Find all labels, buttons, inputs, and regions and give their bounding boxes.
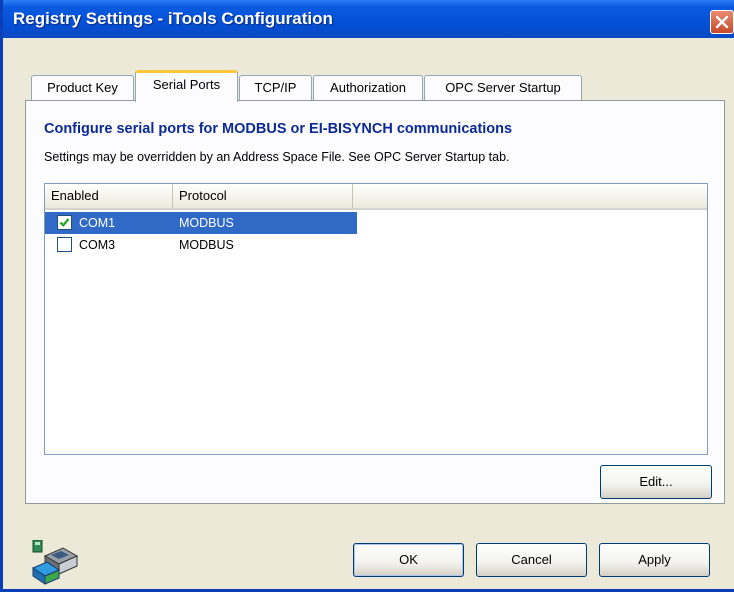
list-item-com1[interactable]: COM1 MODBUS — [45, 212, 357, 234]
close-icon — [715, 15, 729, 29]
tab-product-key[interactable]: Product Key — [31, 75, 134, 101]
dialog-window: Registry Settings - iTools Configuration… — [0, 0, 734, 592]
protocol-value: MODBUS — [179, 216, 234, 230]
tab-opc-server-startup[interactable]: OPC Server Startup — [424, 75, 582, 101]
list-item-com3[interactable]: COM3 MODBUS — [45, 234, 357, 256]
ok-button[interactable]: OK — [353, 543, 464, 577]
cancel-button[interactable]: Cancel — [476, 543, 587, 577]
list-header: Enabled Protocol — [45, 184, 707, 210]
close-button[interactable] — [710, 10, 734, 34]
network-computer-icon — [31, 540, 79, 585]
title-bar[interactable]: Registry Settings - iTools Configuration — [3, 0, 734, 38]
serial-ports-panel: Configure serial ports for MODBUS or EI-… — [25, 100, 725, 504]
serial-ports-list[interactable]: Enabled Protocol COM1 MODBUS COM3 MODBUS — [44, 183, 708, 455]
column-header-protocol[interactable]: Protocol — [173, 184, 353, 208]
tab-authorization[interactable]: Authorization — [313, 75, 423, 101]
tab-label: Authorization — [330, 80, 406, 95]
enabled-checkbox[interactable] — [57, 215, 72, 230]
enabled-checkbox[interactable] — [57, 237, 72, 252]
edit-button[interactable]: Edit... — [600, 465, 712, 499]
port-name: COM3 — [79, 238, 116, 252]
edit-button-label: Edit... — [639, 474, 673, 489]
window-title: Registry Settings - iTools Configuration — [13, 9, 333, 28]
apply-button-label: Apply — [638, 552, 671, 567]
tab-label: OPC Server Startup — [445, 80, 561, 95]
tab-serial-ports[interactable]: Serial Ports — [135, 70, 238, 102]
column-header-enabled[interactable]: Enabled — [45, 184, 173, 208]
protocol-value: MODBUS — [179, 238, 234, 252]
panel-heading: Configure serial ports for MODBUS or EI-… — [44, 121, 513, 137]
tab-label: Product Key — [47, 80, 118, 95]
apply-button[interactable]: Apply — [599, 543, 710, 577]
tab-tcp-ip[interactable]: TCP/IP — [239, 75, 312, 101]
port-name: COM1 — [79, 216, 116, 230]
checkmark-icon — [59, 218, 70, 227]
ok-button-label: OK — [399, 552, 418, 567]
panel-subtext: Settings may be overridden by an Address… — [44, 150, 510, 164]
tab-label: Serial Ports — [152, 77, 221, 92]
cancel-button-label: Cancel — [511, 552, 552, 567]
tab-label: TCP/IP — [254, 80, 297, 95]
